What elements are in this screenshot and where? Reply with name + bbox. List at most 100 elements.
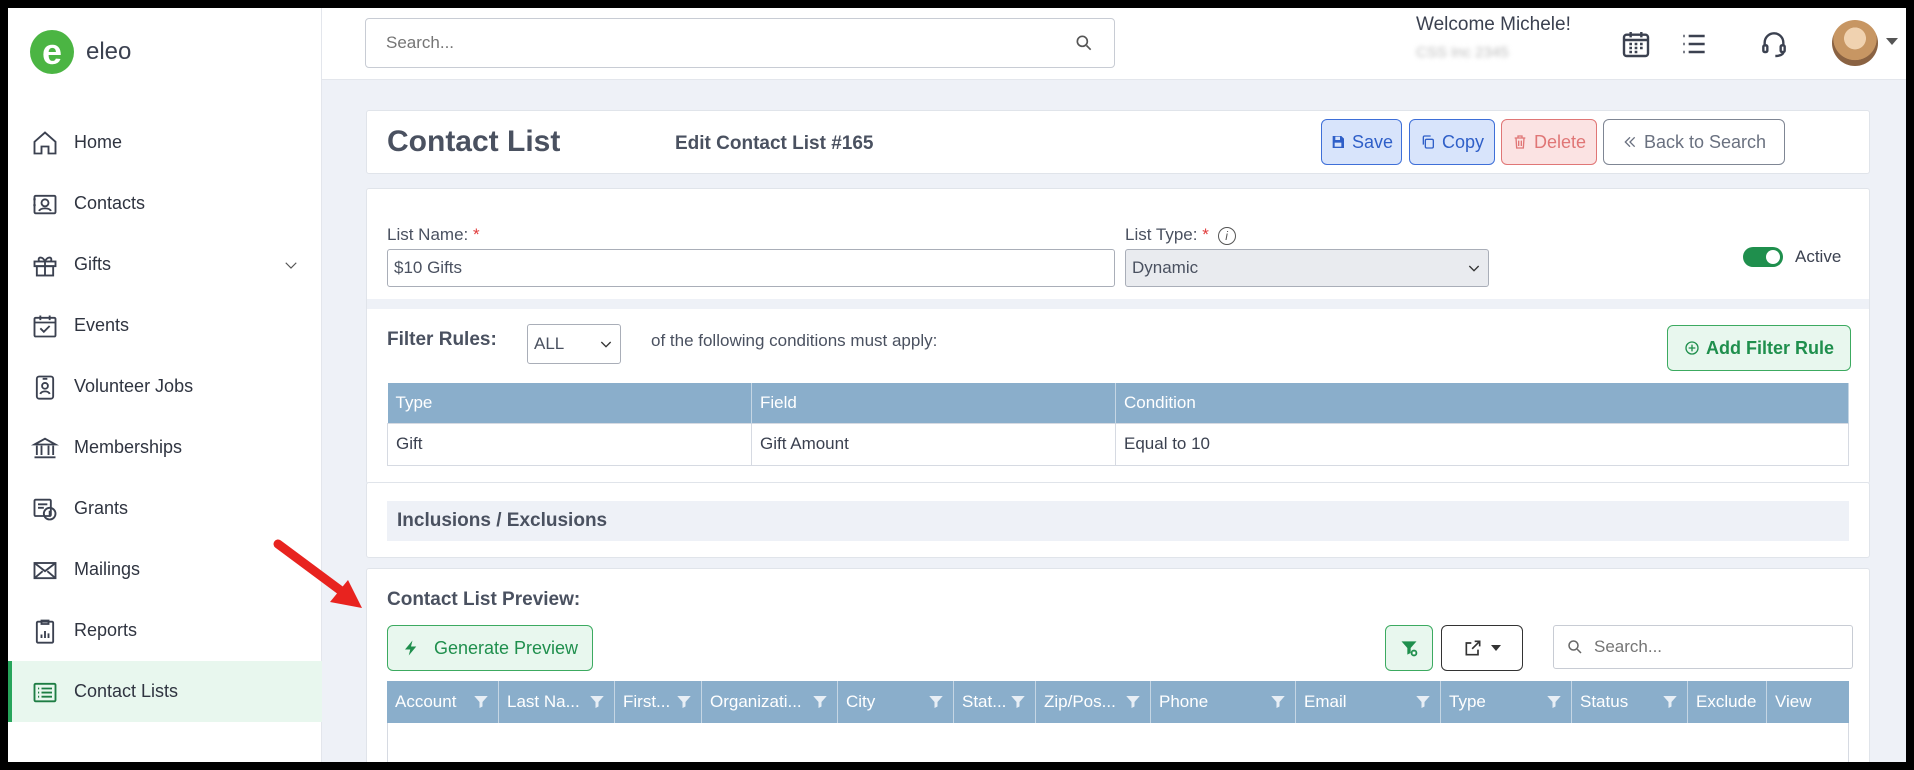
sidebar-item-home[interactable]: Home <box>8 112 322 173</box>
active-toggle[interactable] <box>1743 247 1783 267</box>
table-row[interactable]: Gift Gift Amount Equal to 10 <box>387 422 1849 466</box>
global-search[interactable] <box>365 18 1115 68</box>
filter-icon[interactable] <box>1124 693 1142 711</box>
page-title: Contact List <box>387 125 561 158</box>
sidebar-item-memberships[interactable]: Memberships <box>8 417 322 478</box>
sidebar-item-label: Grants <box>74 498 129 518</box>
column-header-organization[interactable]: Organizati... <box>702 681 838 723</box>
task-list-icon[interactable] <box>1676 26 1712 62</box>
list-name-field[interactable]: $10 Gifts <box>387 249 1115 287</box>
sidebar-item-contact-lists[interactable]: Contact Lists <box>8 661 322 722</box>
list-settings-card: List Name: * $10 Gifts List Type: * i Dy… <box>366 188 1870 484</box>
sidebar-item-label: Volunteer Jobs <box>74 376 194 396</box>
list-type-label: List Type: * i <box>1125 225 1236 245</box>
filter-icon[interactable] <box>1414 693 1432 711</box>
back-to-search-button[interactable]: Back to Search <box>1603 119 1785 165</box>
column-header-type[interactable]: Type <box>1441 681 1572 723</box>
sidebar-item-label: Contact Lists <box>74 681 179 701</box>
delete-button[interactable]: Delete <box>1501 119 1597 165</box>
column-header-city[interactable]: City <box>838 681 954 723</box>
add-filter-rule-button[interactable]: Add Filter Rule <box>1667 325 1851 371</box>
export-button[interactable] <box>1441 625 1523 671</box>
chevron-down-icon[interactable] <box>282 256 300 279</box>
search-icon <box>1568 640 1582 654</box>
column-header-view[interactable]: View <box>1767 681 1829 723</box>
preview-search[interactable] <box>1553 625 1853 669</box>
filter-clear-icon <box>1401 641 1418 657</box>
active-label: Active <box>1795 247 1842 266</box>
trash-icon <box>1514 135 1526 149</box>
save-button[interactable]: Save <box>1321 119 1402 165</box>
copy-icon <box>1422 135 1434 149</box>
logo-text: eleo <box>86 38 132 65</box>
column-header-zip[interactable]: Zip/Pos... <box>1036 681 1151 723</box>
filter-icon[interactable] <box>472 693 490 711</box>
global-search-input[interactable] <box>386 33 1074 53</box>
sidebar-item-gifts[interactable]: Gifts <box>8 234 322 295</box>
column-header-exclude[interactable]: Exclude <box>1688 681 1767 723</box>
column-header-status[interactable]: Status <box>1572 681 1688 723</box>
sidebar-item-label: Memberships <box>74 437 183 457</box>
top-bar: Welcome Michele! CSS Inc 2345 <box>322 8 1906 80</box>
column-header-field[interactable]: Field <box>751 383 1116 423</box>
column-header-type[interactable]: Type <box>387 383 752 423</box>
grant-icon <box>30 494 60 524</box>
preview-search-input[interactable] <box>1594 637 1840 657</box>
user-avatar[interactable] <box>1832 20 1878 66</box>
inclusions-exclusions-header[interactable]: Inclusions / Exclusions <box>387 501 1849 541</box>
info-icon[interactable]: i <box>1217 226 1236 245</box>
column-label: Exclude <box>1696 692 1757 711</box>
clear-filter-button[interactable] <box>1385 625 1433 671</box>
home-icon <box>30 128 60 158</box>
organization-name: CSS Inc 2345 <box>1416 44 1509 61</box>
column-label: First... <box>623 692 671 711</box>
column-header-account[interactable]: Account <box>387 681 499 723</box>
column-header-phone[interactable]: Phone <box>1151 681 1296 723</box>
rule-field-cell: Gift Amount <box>751 422 1116 466</box>
chevron-down-icon <box>1468 265 1480 272</box>
column-label: Email <box>1304 692 1347 711</box>
column-header-condition[interactable]: Condition <box>1115 383 1849 423</box>
filter-icon[interactable] <box>811 693 829 711</box>
column-label: Status <box>1580 692 1629 711</box>
list-type-value: Dynamic <box>1132 258 1199 277</box>
list-type-label-text: List Type: <box>1125 225 1198 244</box>
sidebar-item-label: Contacts <box>74 193 146 213</box>
sidebar-item-label: Home <box>74 132 123 152</box>
filter-icon[interactable] <box>1545 693 1563 711</box>
column-label: View <box>1775 692 1812 711</box>
sidebar-item-events[interactable]: Events <box>8 295 322 356</box>
copy-button[interactable]: Copy <box>1409 119 1495 165</box>
filter-icon[interactable] <box>1661 693 1679 711</box>
column-header-first-name[interactable]: First... <box>615 681 702 723</box>
filter-icon[interactable] <box>927 693 945 711</box>
filter-icon[interactable] <box>1009 693 1027 711</box>
sidebar-item-grants[interactable]: Grants <box>8 478 322 539</box>
calendar-icon[interactable] <box>1618 26 1654 62</box>
chevron-down-icon <box>600 341 612 348</box>
filter-icon[interactable] <box>588 693 606 711</box>
sidebar-item-volunteer-jobs[interactable]: Volunteer Jobs <box>8 356 322 417</box>
table-header-row: Type Field Condition <box>387 383 1849 423</box>
generate-preview-button[interactable]: Generate Preview <box>387 625 593 671</box>
caret-down-icon[interactable] <box>1886 38 1898 45</box>
logo[interactable]: e eleo <box>30 30 131 74</box>
headset-icon[interactable] <box>1756 26 1792 62</box>
filter-icon[interactable] <box>1269 693 1287 711</box>
match-mode-select[interactable]: ALL <box>527 324 621 364</box>
column-label: Zip/Pos... <box>1044 692 1116 711</box>
filter-icon[interactable] <box>675 693 693 711</box>
list-type-select[interactable]: Dynamic <box>1125 249 1489 287</box>
preview-title: Contact List Preview: <box>387 589 581 610</box>
column-header-state[interactable]: Stat... <box>954 681 1036 723</box>
save-label: Save <box>1351 131 1394 152</box>
column-header-email[interactable]: Email <box>1296 681 1441 723</box>
sidebar-item-contacts[interactable]: Contacts <box>8 173 322 234</box>
column-header-last-name[interactable]: Last Na... <box>499 681 615 723</box>
preview-grid-header: Account Last Na... First... Organizati..… <box>387 681 1849 723</box>
sidebar-item-label: Mailings <box>74 559 141 579</box>
search-icon[interactable] <box>1074 33 1094 53</box>
rule-type-cell: Gift <box>387 422 752 466</box>
calendar-check-icon <box>30 311 60 341</box>
lightning-icon <box>404 640 417 656</box>
